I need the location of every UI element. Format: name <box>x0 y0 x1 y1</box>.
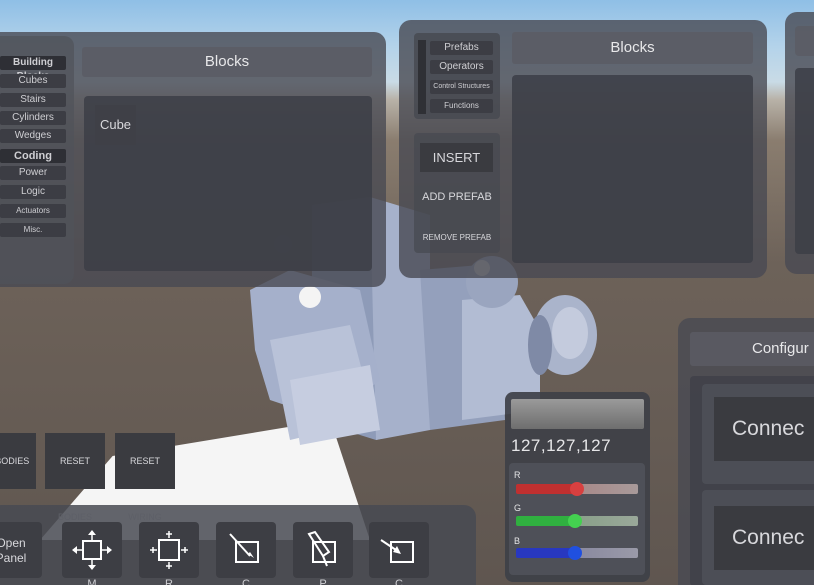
paint-tool-label: P <box>319 578 327 585</box>
open-panel-line1: Open <box>0 536 26 550</box>
color-tool-label: C <box>242 578 250 585</box>
add-prefab-button[interactable]: ADD PREFAB <box>414 186 500 208</box>
tab-operators[interactable]: Operators <box>430 60 493 74</box>
blocks-title-right: Blocks <box>512 32 753 64</box>
color-icon <box>229 533 259 563</box>
category-stairs[interactable]: Stairs <box>0 93 66 107</box>
g-label: G <box>514 503 522 513</box>
move-icon <box>72 530 112 570</box>
move-tool-button[interactable] <box>62 522 122 578</box>
reset-wiring-button[interactable]: RESET WIRING <box>115 433 175 522</box>
r-slider[interactable] <box>516 482 638 496</box>
move-tool-label: M <box>87 578 97 585</box>
insert-button[interactable]: INSERT <box>420 143 493 172</box>
category-wedges[interactable]: Wedges <box>0 129 66 143</box>
paint-tool-button[interactable] <box>293 522 353 578</box>
category-building-blocks[interactable]: Building Blocks <box>0 56 66 82</box>
tab-control-structures[interactable]: Control Structures <box>430 80 493 94</box>
resize-tool-button[interactable] <box>139 522 199 578</box>
r-slider-knob[interactable] <box>570 482 584 496</box>
connect-button-1[interactable]: Connec <box>714 397 814 461</box>
side-panel-far-right-title <box>795 26 814 56</box>
resize-tool-label: R <box>165 578 173 585</box>
b-label: B <box>514 536 521 546</box>
color-preview-swatch <box>511 399 644 429</box>
connect-button-2[interactable]: Connec <box>714 506 814 570</box>
category-misc[interactable]: Misc. <box>0 223 66 237</box>
category-actuators[interactable]: Actuators <box>0 204 66 218</box>
config-tool-button[interactable] <box>369 522 429 578</box>
category-power[interactable]: Power <box>0 166 66 180</box>
b-slider-knob[interactable] <box>568 546 582 560</box>
g-slider[interactable] <box>516 514 638 528</box>
open-panel-button[interactable]: Open Panel <box>0 522 42 578</box>
open-panel-line2: Panel <box>0 551 27 565</box>
config-tool-label: C <box>395 578 403 585</box>
category-logic[interactable]: Logic <box>0 185 66 199</box>
reset-bodies-button[interactable]: RESET BODIES <box>45 433 105 522</box>
category-cylinders[interactable]: Cylinders <box>0 111 66 125</box>
side-panel-far-right-body <box>795 68 814 254</box>
color-tool-button[interactable] <box>216 522 276 578</box>
configure-title: Configur <box>690 332 814 366</box>
remove-prefab-button[interactable]: REMOVE PREFAB <box>414 228 500 248</box>
resize-icon <box>150 531 188 569</box>
category-cubes[interactable]: Cubes <box>0 74 66 88</box>
viewport-3d[interactable]: Building Blocks Cubes Stairs Cylinders W… <box>0 0 814 585</box>
blocks-title-left: Blocks <box>82 47 372 77</box>
r-label: R <box>514 470 521 480</box>
reset-bodies-partial-button[interactable]: E BODIES <box>0 433 36 489</box>
rgb-value-text: 127,127,127 <box>511 436 612 455</box>
blocks-grid-right <box>512 75 753 263</box>
g-slider-knob[interactable] <box>568 514 582 528</box>
prefab-tabs-scrollbar[interactable] <box>418 40 426 114</box>
b-slider[interactable] <box>516 546 638 560</box>
config-icon <box>380 539 414 563</box>
tab-functions[interactable]: Functions <box>430 99 493 113</box>
category-coding[interactable]: Coding <box>0 149 66 163</box>
block-item-cube[interactable]: Cube <box>95 105 136 145</box>
tab-prefabs[interactable]: Prefabs <box>430 41 493 55</box>
paint-icon <box>307 530 336 567</box>
